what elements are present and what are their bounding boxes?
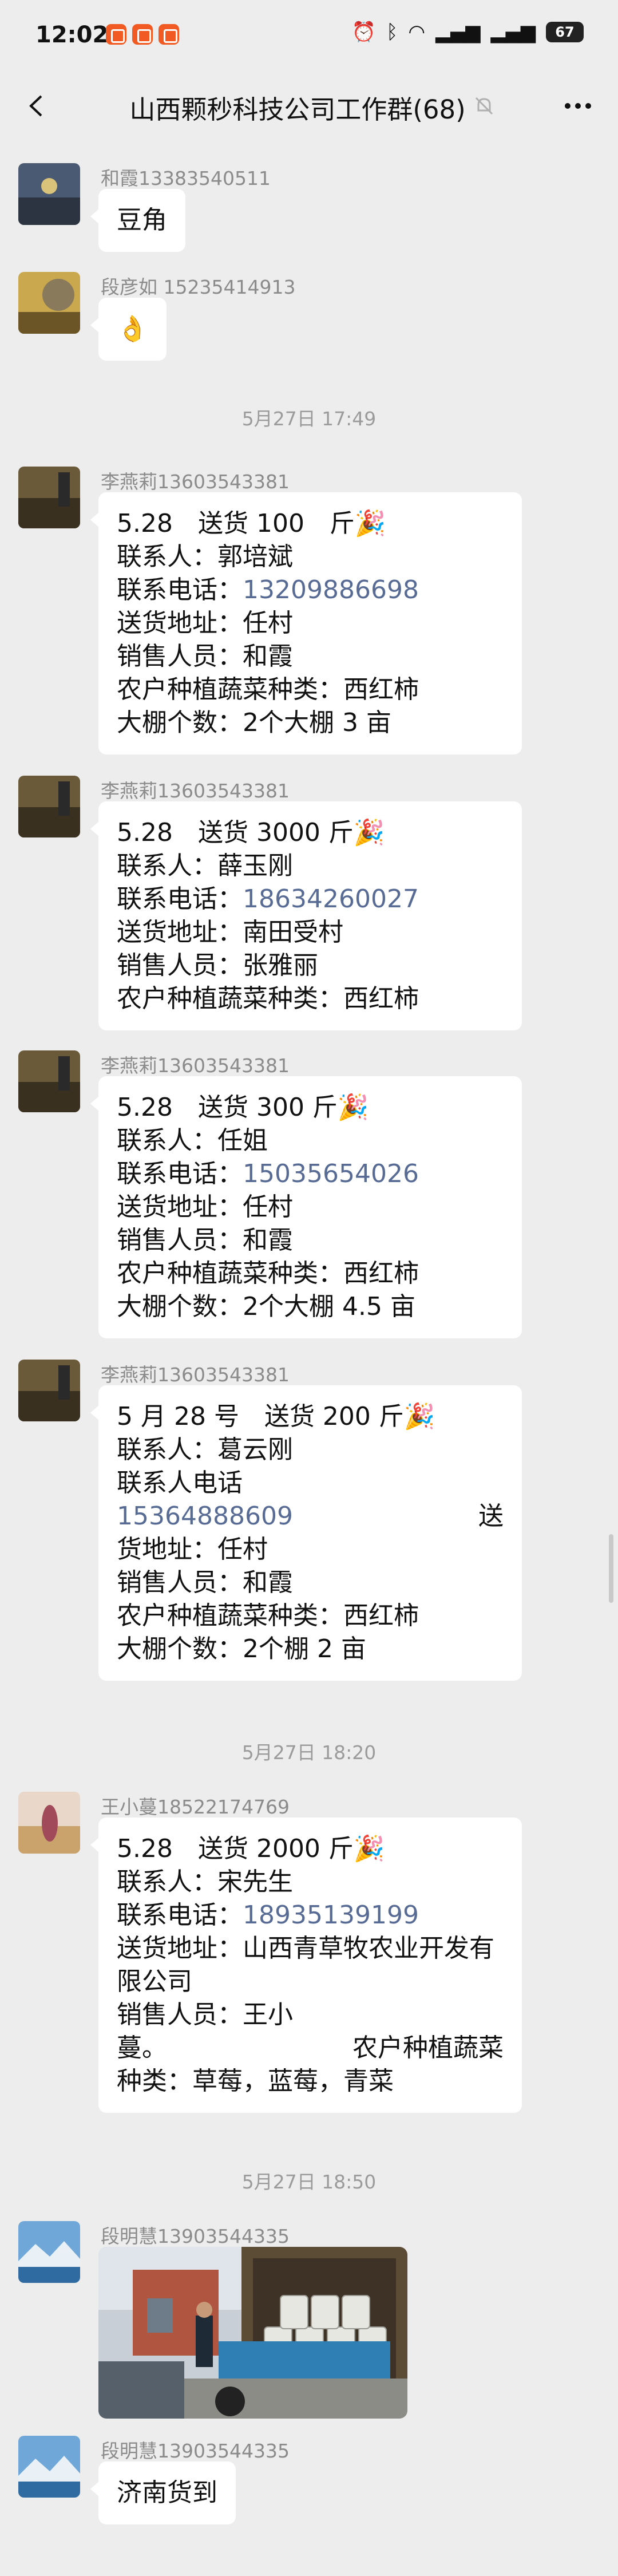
message-line: 农户种植蔬菜种类：西红柿	[117, 1259, 419, 1288]
message-line: 种类：草莓，蓝莓，青菜	[117, 2067, 394, 2096]
sender-name: 和霞13383540511	[101, 167, 271, 189]
bluetooth-icon: ᛒ	[386, 21, 398, 44]
message-bubble[interactable]: 豆角	[90, 189, 185, 252]
status-time: 12:02	[35, 22, 109, 48]
message-line: 货地址：任村	[117, 1535, 268, 1564]
phone-link[interactable]: 18935139199	[243, 1901, 419, 1930]
alarm-icon: ⏰	[351, 21, 377, 44]
phone-link[interactable]: 15364888609	[117, 1500, 293, 1533]
message-line: 联系人电话	[117, 1468, 243, 1498]
avatar[interactable]	[18, 467, 80, 528]
avatar[interactable]	[18, 1360, 80, 1421]
message-line: 销售人员：和霞	[117, 1226, 293, 1255]
message-line: 联系电话：15035654026	[117, 1157, 504, 1191]
message-text: 蔓。	[117, 2033, 167, 2063]
phone-link[interactable]: 15035654026	[243, 1159, 419, 1188]
app-notification-icon	[106, 24, 126, 45]
message-line: 5.28 送货 100 斤🎉	[117, 509, 386, 538]
avatar[interactable]	[18, 1050, 80, 1112]
avatar[interactable]	[18, 2436, 80, 2498]
message-bubble[interactable]: 济南货到	[90, 2462, 236, 2524]
message-line: 送货地址：山西青草牧农业开发有	[117, 1934, 494, 1963]
message-bubble[interactable]: 5.28 送货 100 斤🎉 联系人：郭培斌 联系电话：13209886698 …	[90, 492, 522, 754]
message-bubble[interactable]: 5 月 28 号 送货 200 斤🎉 联系人：葛云刚 联系人电话 1536488…	[90, 1385, 522, 1681]
sender-name: 李燕莉13603543381	[101, 1054, 290, 1077]
message-line: 蔓。 农户种植蔬菜	[117, 2032, 504, 2065]
wifi-icon: ◠	[408, 21, 426, 44]
message-line: 农户种植蔬菜种类：西红柿	[117, 1601, 419, 1630]
more-icon[interactable]	[561, 92, 595, 120]
chat-title: 山西颗秒科技公司工作群(68)	[129, 94, 466, 125]
message-line: 销售人员：和霞	[117, 1568, 293, 1597]
message-line: 联系电话：13209886698	[117, 574, 504, 607]
message-line: 5.28 送货 3000 斤🎉	[117, 818, 385, 847]
time-divider: 5月27日 18:50	[241, 2171, 377, 2193]
message-text: 济南货到	[117, 2478, 217, 2507]
message-line: 15364888609 送	[117, 1500, 504, 1533]
avatar[interactable]	[18, 776, 80, 837]
message-line: 联系人：宋先生	[117, 1867, 293, 1897]
avatar[interactable]	[18, 163, 80, 225]
message-text: 农户种植蔬菜	[352, 2033, 504, 2063]
sender-name: 段明慧13903544335	[101, 2440, 290, 2462]
message-line: 联系电话：18634260027	[117, 883, 504, 916]
signal-icon: ▂▄▆	[435, 21, 481, 44]
phone-label: 联系电话：	[117, 884, 243, 914]
message-line: 联系人：薛玉刚	[117, 851, 293, 880]
message-line: 5 月 28 号 送货 200 斤🎉	[117, 1402, 435, 1431]
sender-name: 段明慧13903544335	[101, 2225, 290, 2247]
message-bubble[interactable]: 5.28 送货 3000 斤🎉 联系人：薛玉刚 联系电话：18634260027…	[90, 801, 522, 1030]
phone-label: 联系电话：	[117, 1159, 243, 1188]
sender-name: 王小蔓18522174769	[101, 1796, 290, 1818]
system-icons: ⏰ ᛒ ◠ ▂▄▆ ▂▄▆ 67	[352, 21, 584, 44]
sender-name: 李燕莉13603543381	[101, 471, 290, 493]
message-line: 限公司	[117, 1967, 192, 1996]
phone-link[interactable]: 18634260027	[243, 884, 419, 914]
message-line: 联系电话：18935139199	[117, 1899, 504, 1932]
message-text: 豆角	[117, 206, 167, 235]
chat-header: 山西颗秒科技公司工作群(68)	[0, 72, 618, 140]
message-line: 联系人：葛云刚	[117, 1435, 293, 1464]
avatar[interactable]	[18, 272, 80, 334]
phone-label: 联系电话：	[117, 1901, 243, 1930]
message-line: 农户种植蔬菜种类：西红柿	[117, 675, 419, 704]
message-line: 大棚个数：2个大棚 4.5 亩	[117, 1292, 415, 1321]
message-line: 销售人员：和霞	[117, 642, 293, 671]
message-line: 送货地址：任村	[117, 609, 293, 638]
battery-icon: 67	[546, 22, 584, 42]
message-bubble[interactable]: 5.28 送货 300 斤🎉 联系人：任姐 联系电话：15035654026 送…	[90, 1076, 522, 1338]
message-line: 销售人员：张雅丽	[117, 951, 318, 980]
sender-name: 李燕莉13603543381	[101, 780, 290, 802]
time-divider: 5月27日 18:20	[241, 1741, 377, 1764]
message-bubble[interactable]: 5.28 送货 2000 斤🎉 联系人：宋先生 联系电话：18935139199…	[90, 1818, 522, 2113]
message-bubble[interactable]: 👌	[90, 298, 167, 361]
notification-icons	[106, 24, 179, 45]
avatar[interactable]	[18, 1792, 80, 1854]
message-line: 5.28 送货 300 斤🎉	[117, 1093, 369, 1122]
message-line: 大棚个数：2个棚 2 亩	[117, 1634, 366, 1664]
message-text: 送	[478, 1502, 504, 1531]
signal-icon: ▂▄▆	[490, 21, 536, 44]
app-notification-icon	[132, 24, 153, 45]
message-line: 销售人员：王小	[117, 2000, 293, 2029]
message-text: 👌	[117, 314, 148, 343]
status-bar: 12:02 ⏰ ᛒ ◠ ▂▄▆ ▂▄▆ 67	[0, 0, 618, 72]
avatar[interactable]	[18, 2221, 80, 2283]
message-line: 联系人：任姐	[117, 1126, 268, 1155]
message-line: 5.28 送货 2000 斤🎉	[117, 1834, 385, 1863]
phone-label: 联系电话：	[117, 575, 243, 605]
message-line: 大棚个数：2个大棚 3 亩	[117, 708, 391, 737]
app-notification-icon	[159, 24, 179, 45]
message-line: 送货地址：南田受村	[117, 918, 343, 947]
sender-name: 李燕莉13603543381	[101, 1364, 290, 1386]
mute-bell-icon	[475, 97, 493, 115]
sender-name: 段彦如 15235414913	[101, 276, 296, 298]
time-divider: 5月27日 17:49	[241, 408, 377, 430]
scrollbar[interactable]	[609, 1534, 613, 1603]
message-line: 送货地址：任村	[117, 1192, 293, 1222]
message-line: 联系人：郭培斌	[117, 542, 293, 571]
phone-link[interactable]: 13209886698	[243, 575, 419, 605]
delivery-photo[interactable]	[98, 2247, 407, 2419]
message-line: 农户种植蔬菜种类：西红柿	[117, 984, 419, 1013]
